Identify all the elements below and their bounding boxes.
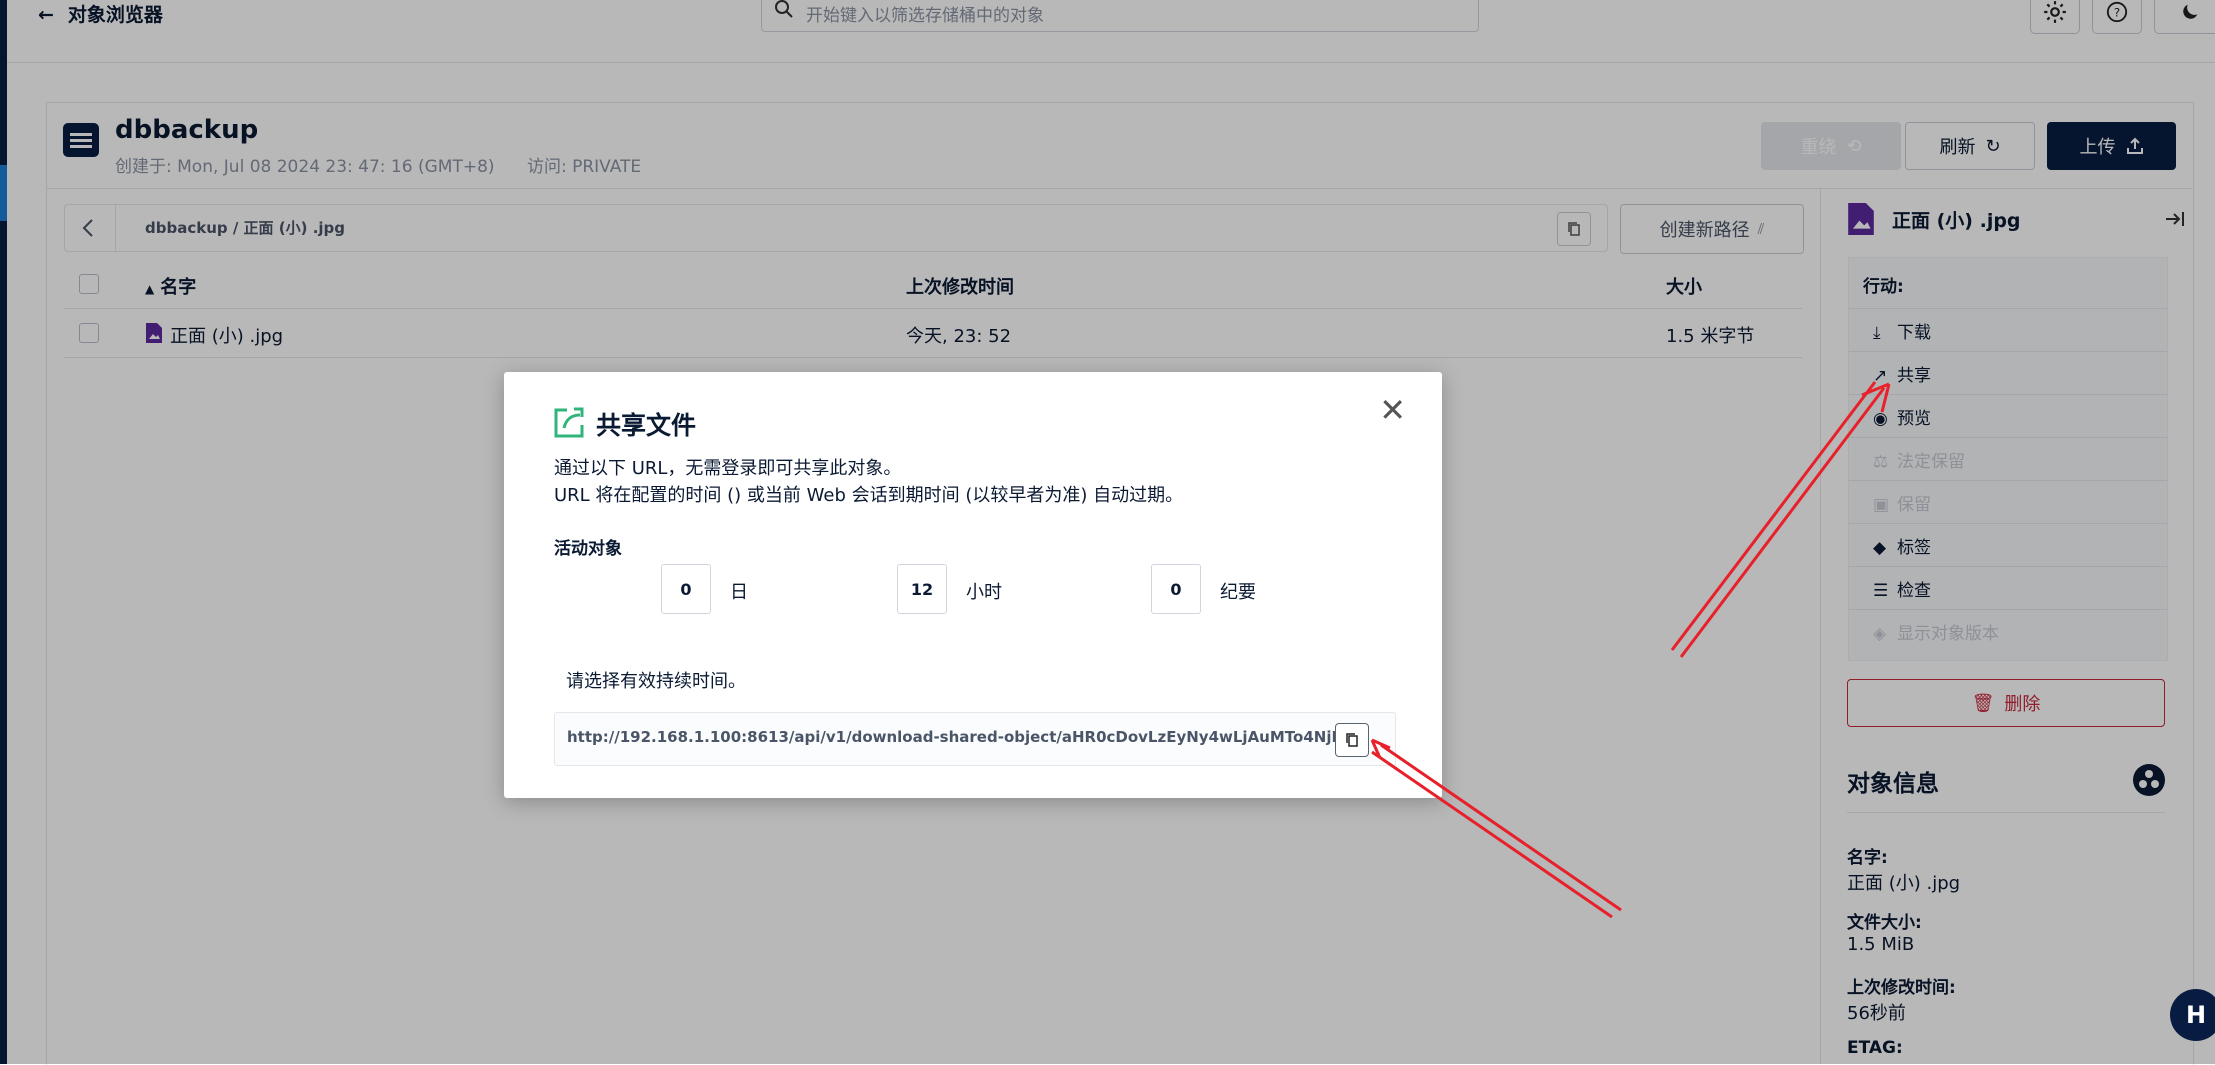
active-for-label: 活动对象 bbox=[554, 539, 622, 559]
modal-title: 共享文件 bbox=[596, 411, 697, 440]
copy-url-button[interactable] bbox=[1335, 723, 1369, 757]
minutes-input[interactable]: 0 bbox=[1151, 564, 1201, 614]
share-icon bbox=[554, 407, 584, 438]
minutes-unit: 纪要 bbox=[1220, 582, 1256, 603]
hours-input[interactable]: 12 bbox=[897, 564, 947, 614]
days-input[interactable]: 0 bbox=[661, 564, 711, 614]
duration-help-text: 请选择有效持续时间。 bbox=[566, 671, 746, 692]
days-unit: 日 bbox=[730, 582, 748, 603]
share-file-modal: 共享文件 ✕ 通过以下 URL，无需登录即可共享此对象。 URL 将在配置的时间… bbox=[504, 372, 1442, 798]
close-icon[interactable]: ✕ bbox=[1379, 394, 1406, 426]
copy-icon bbox=[1346, 733, 1358, 747]
fab-label: H bbox=[2185, 1001, 2207, 1029]
share-url-field[interactable]: http://192.168.1.100:8613/api/v1/downloa… bbox=[554, 712, 1396, 766]
hours-unit: 小时 bbox=[966, 582, 1002, 603]
share-description-2: URL 将在配置的时间 () 或当前 Web 会话到期时间 (以较早者为准) 自… bbox=[554, 485, 1184, 506]
assistant-fab[interactable]: H bbox=[2170, 989, 2215, 1041]
share-url[interactable]: http://192.168.1.100:8613/api/v1/downloa… bbox=[567, 728, 1347, 746]
share-description-1: 通过以下 URL，无需登录即可共享此对象。 bbox=[554, 458, 902, 479]
